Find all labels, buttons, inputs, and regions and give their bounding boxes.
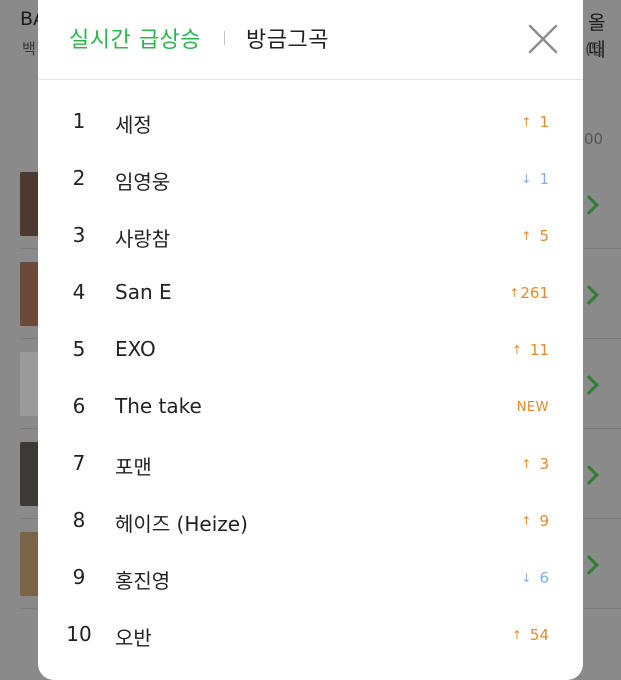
bg-subtitle-right: (뎁: [585, 40, 605, 58]
bg-album-thumb: [20, 532, 40, 596]
chart-row[interactable]: 9 홍진영 ↓ 6: [38, 551, 583, 608]
change-value: 6: [539, 569, 549, 587]
artist-name[interactable]: 홍진영: [115, 565, 170, 594]
close-button[interactable]: [526, 22, 560, 56]
tab-that-song[interactable]: 방금그곡: [246, 22, 329, 54]
rank-number: 6: [72, 394, 86, 418]
rising-chart-list: 1 세정 ↑ 1 2 임영웅 ↓ 1 3 사랑참 ↑ 5 4 San E ↑261 5 EXO ↑ 11 6 The t…: [38, 95, 583, 665]
rank-change: ↑ 54: [512, 626, 549, 644]
arrow-up-icon: ↑: [521, 229, 532, 243]
rank-change: ↑261: [509, 284, 549, 302]
chart-row[interactable]: 4 San E ↑261: [38, 266, 583, 323]
rank-number: 9: [72, 565, 86, 589]
trending-panel: 실시간 급상승 방금그곡 1 세정 ↑ 1 2 임영웅 ↓ 1 3 사랑참 ↑ 5 4 San E ↑261…: [38, 0, 583, 680]
artist-name[interactable]: 오반: [115, 622, 152, 651]
artist-name[interactable]: 세정: [115, 109, 152, 138]
rank-number: 2: [72, 166, 86, 190]
rank-number: 5: [72, 337, 86, 361]
arrow-down-icon: ↓: [521, 571, 532, 585]
tab-separator: [224, 31, 225, 45]
artist-name[interactable]: 포맨: [115, 451, 152, 480]
rank-change: ↑ 11: [512, 341, 549, 359]
rank-number: 7: [72, 451, 86, 475]
bg-album-thumb: [20, 262, 40, 326]
chart-row[interactable]: 3 사랑참 ↑ 5: [38, 209, 583, 266]
arrow-up-icon: ↑: [521, 115, 532, 129]
chart-row[interactable]: 8 헤이즈 (Heize) ↑ 9: [38, 494, 583, 551]
rank-change: ↓ 6: [521, 569, 549, 587]
artist-name[interactable]: 임영웅: [115, 166, 170, 195]
rank-number: 8: [72, 508, 86, 532]
rank-number: 10: [66, 622, 92, 646]
change-value: 1: [539, 113, 549, 131]
bg-album-thumb: [20, 442, 40, 506]
arrow-up-icon: ↑: [511, 343, 522, 357]
artist-name[interactable]: San E: [115, 280, 172, 304]
change-value: 5: [539, 227, 549, 245]
bg-album-thumb: [20, 172, 40, 236]
change-value: 11: [529, 341, 549, 359]
tab-realtime-rising[interactable]: 실시간 급상승: [69, 22, 201, 54]
rank-number: 3: [72, 223, 86, 247]
chart-row[interactable]: 6 The take NEW: [38, 380, 583, 437]
arrow-up-icon: ↑: [521, 514, 532, 528]
change-value: 261: [520, 284, 549, 302]
rank-change: ↑ 3: [521, 455, 549, 473]
chart-row[interactable]: 2 임영웅 ↓ 1: [38, 152, 583, 209]
change-value: 3: [539, 455, 549, 473]
chart-row[interactable]: 1 세정 ↑ 1: [38, 95, 583, 152]
close-x-icon: [528, 24, 558, 54]
artist-name[interactable]: 헤이즈 (Heize): [115, 508, 248, 537]
new-badge: NEW: [516, 400, 549, 415]
artist-name[interactable]: 사랑참: [115, 223, 170, 252]
arrow-down-icon: ↓: [521, 172, 532, 186]
rank-change: ↓ 1: [521, 170, 549, 188]
rank-change: ↑ 5: [521, 227, 549, 245]
change-value: 1: [539, 170, 549, 188]
chart-row[interactable]: 7 포맨 ↑ 3: [38, 437, 583, 494]
bg-subtitle-left: 백: [22, 40, 36, 58]
artist-name[interactable]: EXO: [115, 337, 156, 361]
panel-header: 실시간 급상승 방금그곡: [38, 0, 583, 80]
change-value: 9: [539, 512, 549, 530]
bg-album-thumb: [20, 352, 40, 416]
rank-change: ↑ 9: [521, 512, 549, 530]
rank-number: 4: [72, 280, 86, 304]
rank-change: ↑ 1: [521, 113, 549, 131]
rank-change: NEW: [517, 400, 549, 415]
artist-name[interactable]: The take: [115, 394, 202, 418]
change-value: 54: [529, 626, 549, 644]
arrow-up-icon: ↑: [521, 457, 532, 471]
arrow-up-icon: ↑: [511, 628, 522, 642]
chart-row[interactable]: 5 EXO ↑ 11: [38, 323, 583, 380]
bg-count: 00: [584, 130, 604, 148]
chart-row[interactable]: 10 오반 ↑ 54: [38, 608, 583, 665]
arrow-up-icon: ↑: [509, 286, 520, 300]
rank-number: 1: [72, 109, 86, 133]
